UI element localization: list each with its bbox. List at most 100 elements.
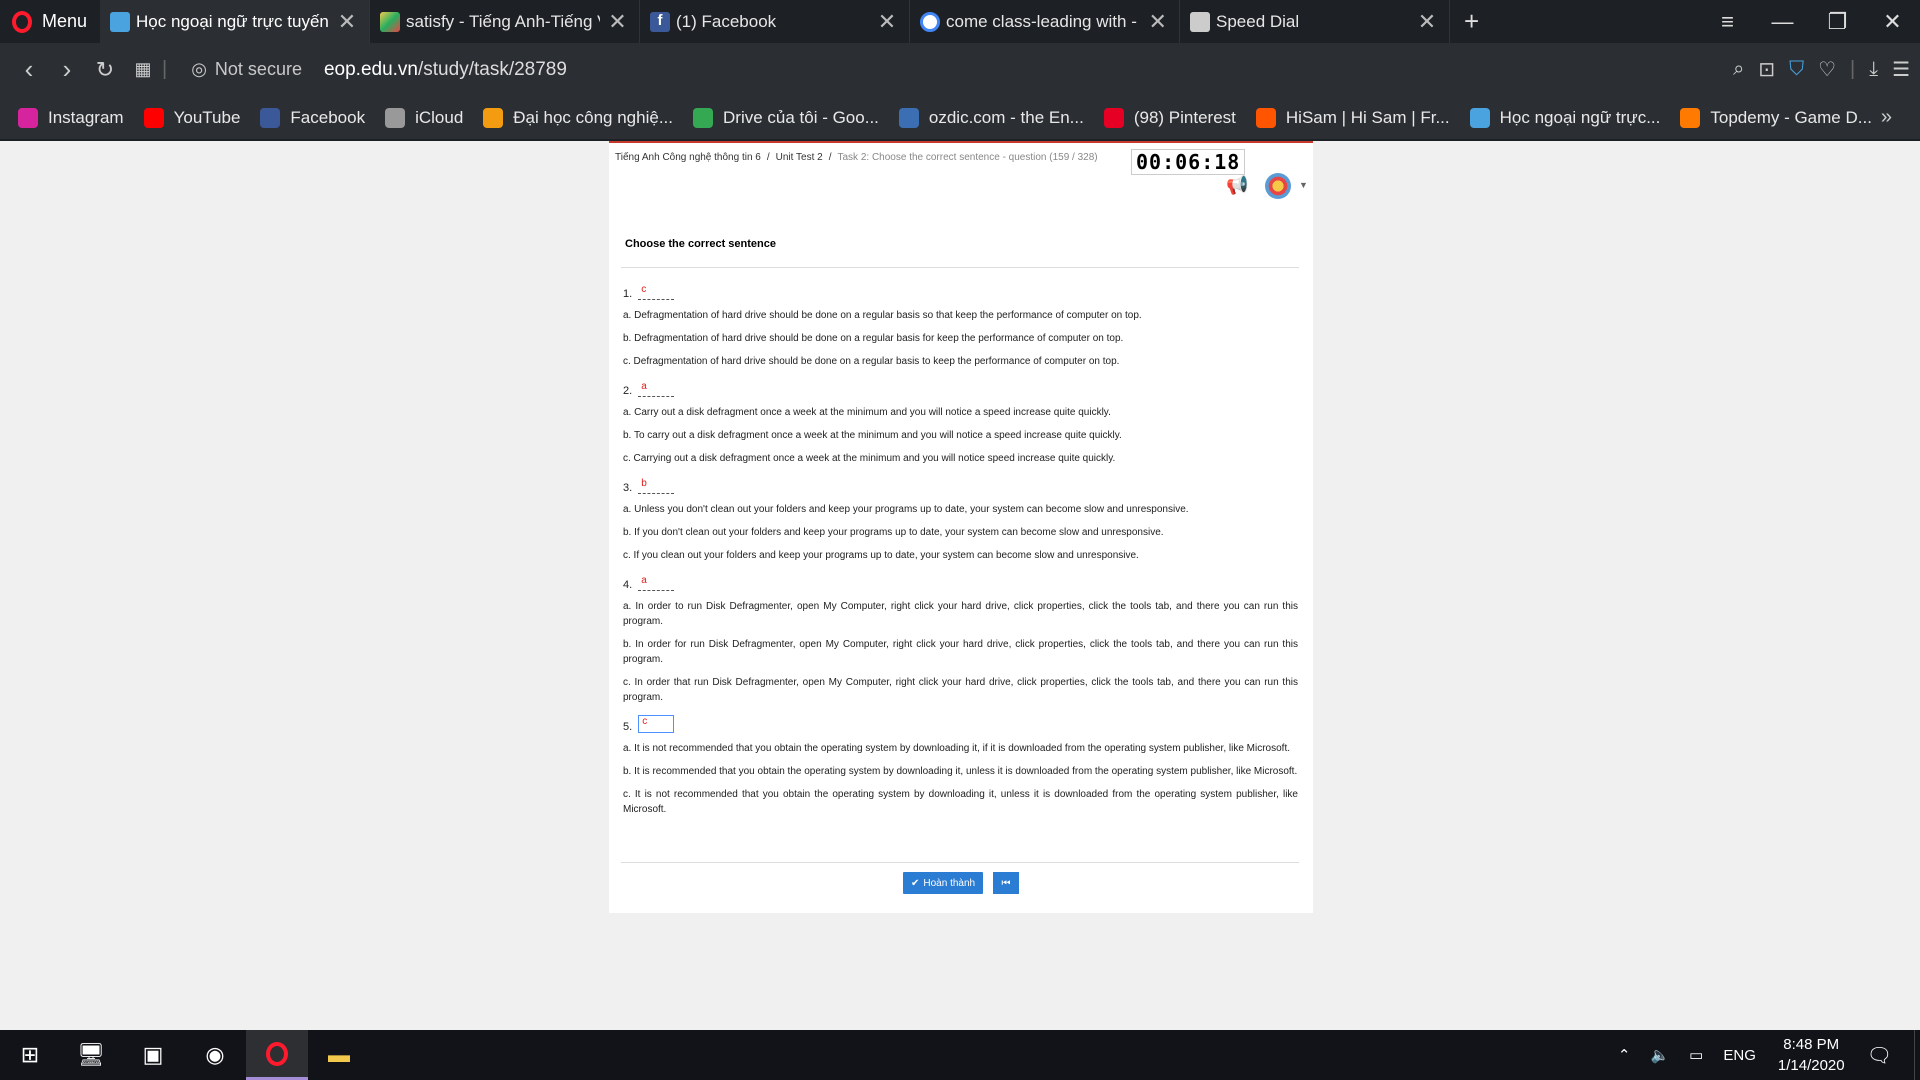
bookmark-label: (98) Pinterest — [1133, 107, 1236, 127]
question-header: 4. a — [623, 569, 1298, 591]
not-secure-label: Not secure — [214, 59, 302, 79]
windows-start-icon[interactable]: ⊞ — [0, 1030, 60, 1080]
question-number: 2. — [623, 385, 633, 397]
close-icon[interactable]: ✕ — [875, 9, 899, 35]
bookmark-label: Instagram — [48, 107, 124, 127]
show-desktop-button[interactable] — [1914, 1030, 1920, 1080]
steam-icon[interactable]: ◉ — [184, 1030, 246, 1080]
question-list: 1. c a. Defragmentation of hard drive shou… — [623, 278, 1298, 823]
tab-satisfy[interactable]: satisfy - Tiếng Anh-Tiếng V ✕ — [370, 0, 640, 43]
eop-icon — [1469, 107, 1490, 128]
opera-menu-button[interactable]: Menu — [0, 0, 100, 43]
download-icon[interactable]: ⤓ — [1869, 58, 1878, 81]
check-icon: ✔ — [911, 877, 920, 889]
eop-icon — [110, 11, 130, 32]
question-number: 3. — [623, 482, 633, 494]
shield-icon[interactable]: ⛉ — [1789, 58, 1804, 81]
answer-input[interactable]: c — [638, 284, 675, 300]
reload-icon[interactable]: ↻ — [86, 57, 124, 83]
divider: | — [1850, 58, 1856, 80]
bookmark-label: HiSam | Hi Sam | Fr... — [1285, 107, 1450, 127]
easy-setup-icon[interactable]: ☰ — [1892, 57, 1910, 82]
bookmark-item[interactable]: Drive của tôi - Goo... — [693, 107, 879, 128]
url-path: /study/task/28789 — [418, 58, 567, 80]
bookmark-item[interactable]: HiSam | Hi Sam | Fr... — [1255, 107, 1450, 128]
breadcrumb: Tiếng Anh Công nghệ thông tin 6/Unit Tes… — [615, 152, 1098, 163]
security-indicator[interactable]: ◎ Not secure — [191, 59, 302, 80]
url-field[interactable]: eop.edu.vn/study/task/28789 — [324, 59, 567, 81]
question-item: 5. c a. It is not recommended that you obt… — [623, 711, 1298, 817]
page-title: Choose the correct sentence — [625, 238, 776, 250]
back-icon[interactable]: ‹ — [10, 54, 48, 85]
close-icon[interactable]: ✕ — [1415, 9, 1439, 35]
question-header: 1. c — [623, 278, 1298, 300]
option-text: a. In order to run Disk Defragmenter, op… — [623, 601, 1298, 627]
chevron-down-icon[interactable]: ▼ — [1299, 180, 1308, 190]
finish-button[interactable]: ✔ Hoàn thành — [903, 872, 984, 894]
close-icon[interactable]: ✕ — [606, 9, 629, 35]
bookmark-item[interactable]: Facebook — [260, 107, 366, 128]
answer-input[interactable]: a — [638, 381, 675, 397]
window-controls: ≡ — ❐ ✕ — [1700, 0, 1920, 43]
bookmark-item[interactable]: Topdemy - Game D... — [1680, 107, 1872, 128]
address-tools: ⌕ ⊡ ⛉ ♡ | ⤓ ☰ — [1733, 57, 1910, 82]
close-icon[interactable]: ✕ — [335, 9, 359, 35]
more-bookmarks-icon[interactable]: » — [1881, 106, 1892, 129]
chevron-up-icon[interactable]: ⌃ — [1618, 1046, 1631, 1064]
tab-menu-icon[interactable]: ≡ — [1700, 9, 1755, 35]
opera-taskbar-icon[interactable] — [246, 1030, 308, 1080]
search-icon[interactable]: ⌕ — [1733, 58, 1744, 81]
bookmark-item[interactable]: (98) Pinterest — [1103, 107, 1236, 128]
tab-google[interactable]: come class-leading with - T ✕ — [910, 0, 1180, 43]
bookmark-item[interactable]: YouTube — [143, 107, 240, 128]
first-question-button[interactable]: ⏮ — [993, 872, 1019, 894]
new-tab-icon[interactable]: + — [1450, 6, 1493, 37]
bookmark-item[interactable]: iCloud — [385, 107, 463, 128]
network-icon[interactable]: ▭ — [1689, 1046, 1703, 1064]
minimize-icon[interactable]: — — [1755, 9, 1810, 35]
question-number: 5. — [623, 721, 633, 733]
answer-input[interactable]: a — [638, 575, 675, 591]
tab-facebook[interactable]: f (1) Facebook ✕ — [640, 0, 910, 43]
bookmark-label: ozdic.com - the En... — [928, 107, 1084, 127]
close-icon[interactable]: ✕ — [1146, 9, 1169, 35]
language-indicator[interactable]: ENG — [1723, 1047, 1756, 1064]
breadcrumb-current: Task 2: Choose the correct sentence - qu… — [837, 152, 1098, 163]
app-icon[interactable]: ▣ — [122, 1030, 184, 1080]
bookmark-label: Học ngoại ngữ trực... — [1499, 107, 1661, 127]
bookmark-item[interactable]: Học ngoại ngữ trực... — [1469, 107, 1661, 128]
restore-icon[interactable]: ❐ — [1810, 9, 1865, 35]
bookmark-item[interactable]: Đại học công nghiệ... — [483, 107, 673, 128]
notifications-icon[interactable]: 🗨 — [1867, 1043, 1892, 1068]
file-explorer-icon[interactable]: ▬ — [308, 1030, 370, 1080]
question-item: 4. a a. In order to run Disk Defragmenter,… — [623, 569, 1298, 705]
tab-hoc-ngoai-ngu[interactable]: Học ngoại ngữ trực tuyến ✕ — [100, 0, 370, 43]
volume-icon[interactable]: 🔈 — [1650, 1046, 1669, 1064]
tab-speed-dial[interactable]: Speed Dial ✕ — [1180, 0, 1450, 43]
facebook-icon — [260, 107, 281, 128]
heart-icon[interactable]: ♡ — [1818, 57, 1836, 82]
computer-icon[interactable]: 🖥 — [60, 1030, 122, 1080]
question-number: 4. — [623, 579, 633, 591]
answer-input[interactable]: c — [638, 715, 675, 733]
system-tray: ⌃ 🔈 ▭ ENG 8:48 PM 1/14/2020 🗨 — [1608, 1030, 1920, 1080]
megaphone-icon[interactable]: 📢 — [1226, 175, 1248, 196]
google-icon — [920, 11, 940, 32]
answer-input[interactable]: b — [638, 478, 675, 494]
tab-bar: Menu Học ngoại ngữ trực tuyến ✕ satisfy … — [0, 0, 1920, 43]
close-window-icon[interactable]: ✕ — [1865, 9, 1920, 35]
breadcrumb-course[interactable]: Tiếng Anh Công nghệ thông tin 6 — [615, 152, 761, 163]
tabs-grid-icon[interactable]: ▦ — [124, 59, 162, 80]
bookmark-item[interactable]: Instagram — [18, 107, 124, 128]
option-text: b. Defragmentation of hard drive should … — [623, 333, 1124, 344]
tab-title: satisfy - Tiếng Anh-Tiếng V — [406, 11, 601, 31]
camera-icon[interactable]: ⊡ — [1758, 57, 1775, 82]
option-text: b. In order for run Disk Defragmenter, o… — [623, 639, 1298, 665]
breadcrumb-unit[interactable]: Unit Test 2 — [776, 152, 823, 163]
bookmark-item[interactable]: ozdic.com - the En... — [898, 107, 1084, 128]
forward-icon[interactable]: › — [48, 54, 86, 85]
avatar[interactable] — [1265, 173, 1291, 199]
clock[interactable]: 8:48 PM 1/14/2020 — [1778, 1034, 1845, 1076]
question-header: 2. a — [623, 375, 1298, 397]
bookmark-label: Facebook — [290, 107, 366, 127]
